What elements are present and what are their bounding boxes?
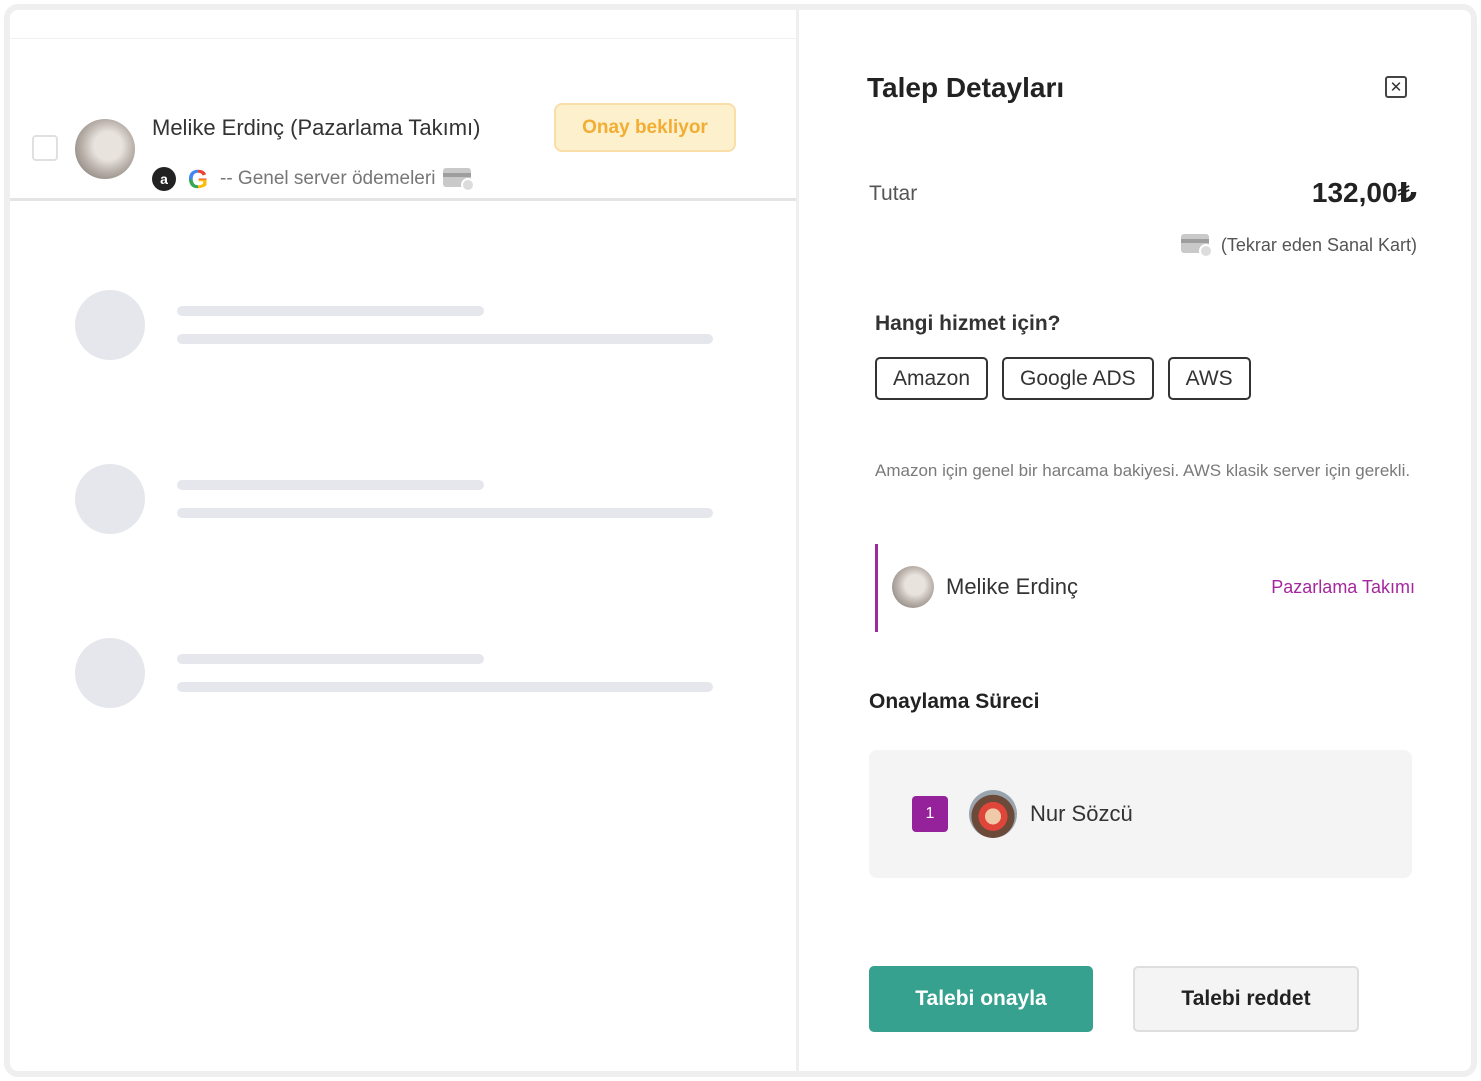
skeleton-avatar (75, 290, 145, 360)
request-list: Melike Erdinç (Pazarlama Takımı) Onay be… (10, 10, 796, 1071)
service-tags: Amazon Google ADS AWS (875, 357, 1251, 400)
approver-name: Nur Sözcü (1030, 801, 1133, 826)
reject-button[interactable]: Talebi reddet (1133, 966, 1359, 1032)
recurring-card-icon (1180, 232, 1213, 258)
skeleton-row (10, 638, 796, 718)
skeleton-row (10, 290, 796, 370)
card-type: (Tekrar eden Sanal Kart) (1180, 232, 1417, 258)
skeleton-line (177, 334, 713, 344)
amazon-icon: a (152, 167, 176, 191)
amount-label: Tutar (869, 182, 918, 205)
skeleton-avatar (75, 638, 145, 708)
skeleton-line (177, 508, 713, 518)
google-icon: G (187, 163, 209, 194)
approval-process-title: Onaylama Süreci (869, 690, 1040, 713)
status-badge: Onay bekliyor (554, 103, 736, 152)
avatar (75, 119, 135, 179)
request-note: Amazon için genel bir harcama bakiyesi. … (875, 461, 1411, 480)
approver-list: 1 Nur Sözcü (869, 750, 1412, 878)
request-details-panel: Talep Detayları ✕ Tutar 132,00₺ (Tekrar … (799, 10, 1471, 1071)
requester-name: Melike Erdinç (946, 574, 1079, 599)
service-tag-google-ads: Google ADS (1002, 357, 1154, 400)
close-icon[interactable]: ✕ (1385, 76, 1407, 98)
approve-button[interactable]: Talebi onayla (869, 966, 1093, 1032)
service-question: Hangi hizmet için? (875, 312, 1061, 335)
skeleton-row (10, 464, 796, 544)
requester-team: Pazarlama Takımı (1271, 577, 1415, 597)
card-type-label: (Tekrar eden Sanal Kart) (1220, 234, 1417, 255)
avatar (969, 790, 1017, 838)
avatar (892, 566, 934, 608)
amount-value: 132,00₺ (1311, 177, 1417, 208)
step-number: 1 (912, 796, 948, 832)
skeleton-line (177, 654, 484, 664)
recurring-card-icon (443, 166, 476, 192)
skeleton-avatar (75, 464, 145, 534)
service-tag-aws: AWS (1167, 357, 1251, 400)
request-meta: a G -- Genel server ödemeleri (152, 163, 476, 195)
skeleton-line (177, 480, 484, 490)
panel-title: Talep Detayları (867, 72, 1065, 103)
requester-card: Melike Erdinç Pazarlama Takımı (875, 544, 1415, 632)
request-list-item[interactable]: Melike Erdinç (Pazarlama Takımı) Onay be… (10, 39, 796, 201)
skeleton-line (177, 306, 484, 316)
select-checkbox[interactable] (32, 135, 58, 161)
skeleton-line (177, 682, 713, 692)
app-frame: Melike Erdinç (Pazarlama Takımı) Onay be… (4, 4, 1477, 1077)
requester-name: Melike Erdinç (Pazarlama Takımı) (152, 115, 481, 140)
service-tag-amazon: Amazon (875, 357, 989, 400)
request-description: -- Genel server ödemeleri (220, 168, 436, 189)
